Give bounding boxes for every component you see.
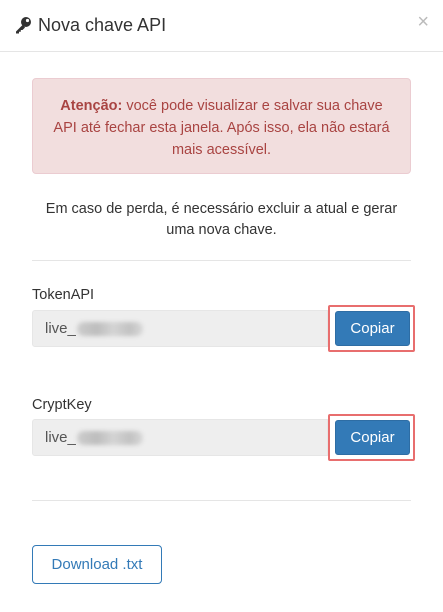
divider bbox=[32, 260, 411, 261]
key-icon bbox=[16, 17, 31, 34]
info-text: Em caso de perda, é necessário excluir a… bbox=[45, 201, 398, 238]
crypt-key-value: live_ bbox=[45, 429, 76, 446]
copy-token-button[interactable]: Copiar bbox=[335, 311, 410, 346]
crypt-key-label: CryptKey bbox=[32, 397, 92, 413]
redacted-value bbox=[76, 322, 143, 337]
copy-highlight: Copiar bbox=[328, 305, 415, 352]
copy-highlight: Copiar bbox=[328, 414, 415, 461]
token-api-field[interactable]: live_ bbox=[32, 310, 328, 347]
redacted-value bbox=[76, 431, 143, 446]
divider bbox=[32, 500, 411, 501]
crypt-key-field[interactable]: live_ bbox=[32, 419, 328, 456]
copy-crypt-key-button[interactable]: Copiar bbox=[335, 420, 410, 455]
token-api-value: live_ bbox=[45, 320, 76, 337]
alert-strong: Atenção: bbox=[60, 98, 123, 114]
modal-header: Nova chave API × bbox=[0, 0, 443, 52]
close-icon[interactable]: × bbox=[417, 11, 429, 33]
warning-alert: Atenção: você pode visualizar e salvar s… bbox=[32, 78, 411, 174]
token-api-label: TokenAPI bbox=[32, 287, 95, 303]
modal-title: Nova chave API bbox=[38, 15, 167, 35]
download-txt-button[interactable]: Download .txt bbox=[32, 545, 162, 584]
